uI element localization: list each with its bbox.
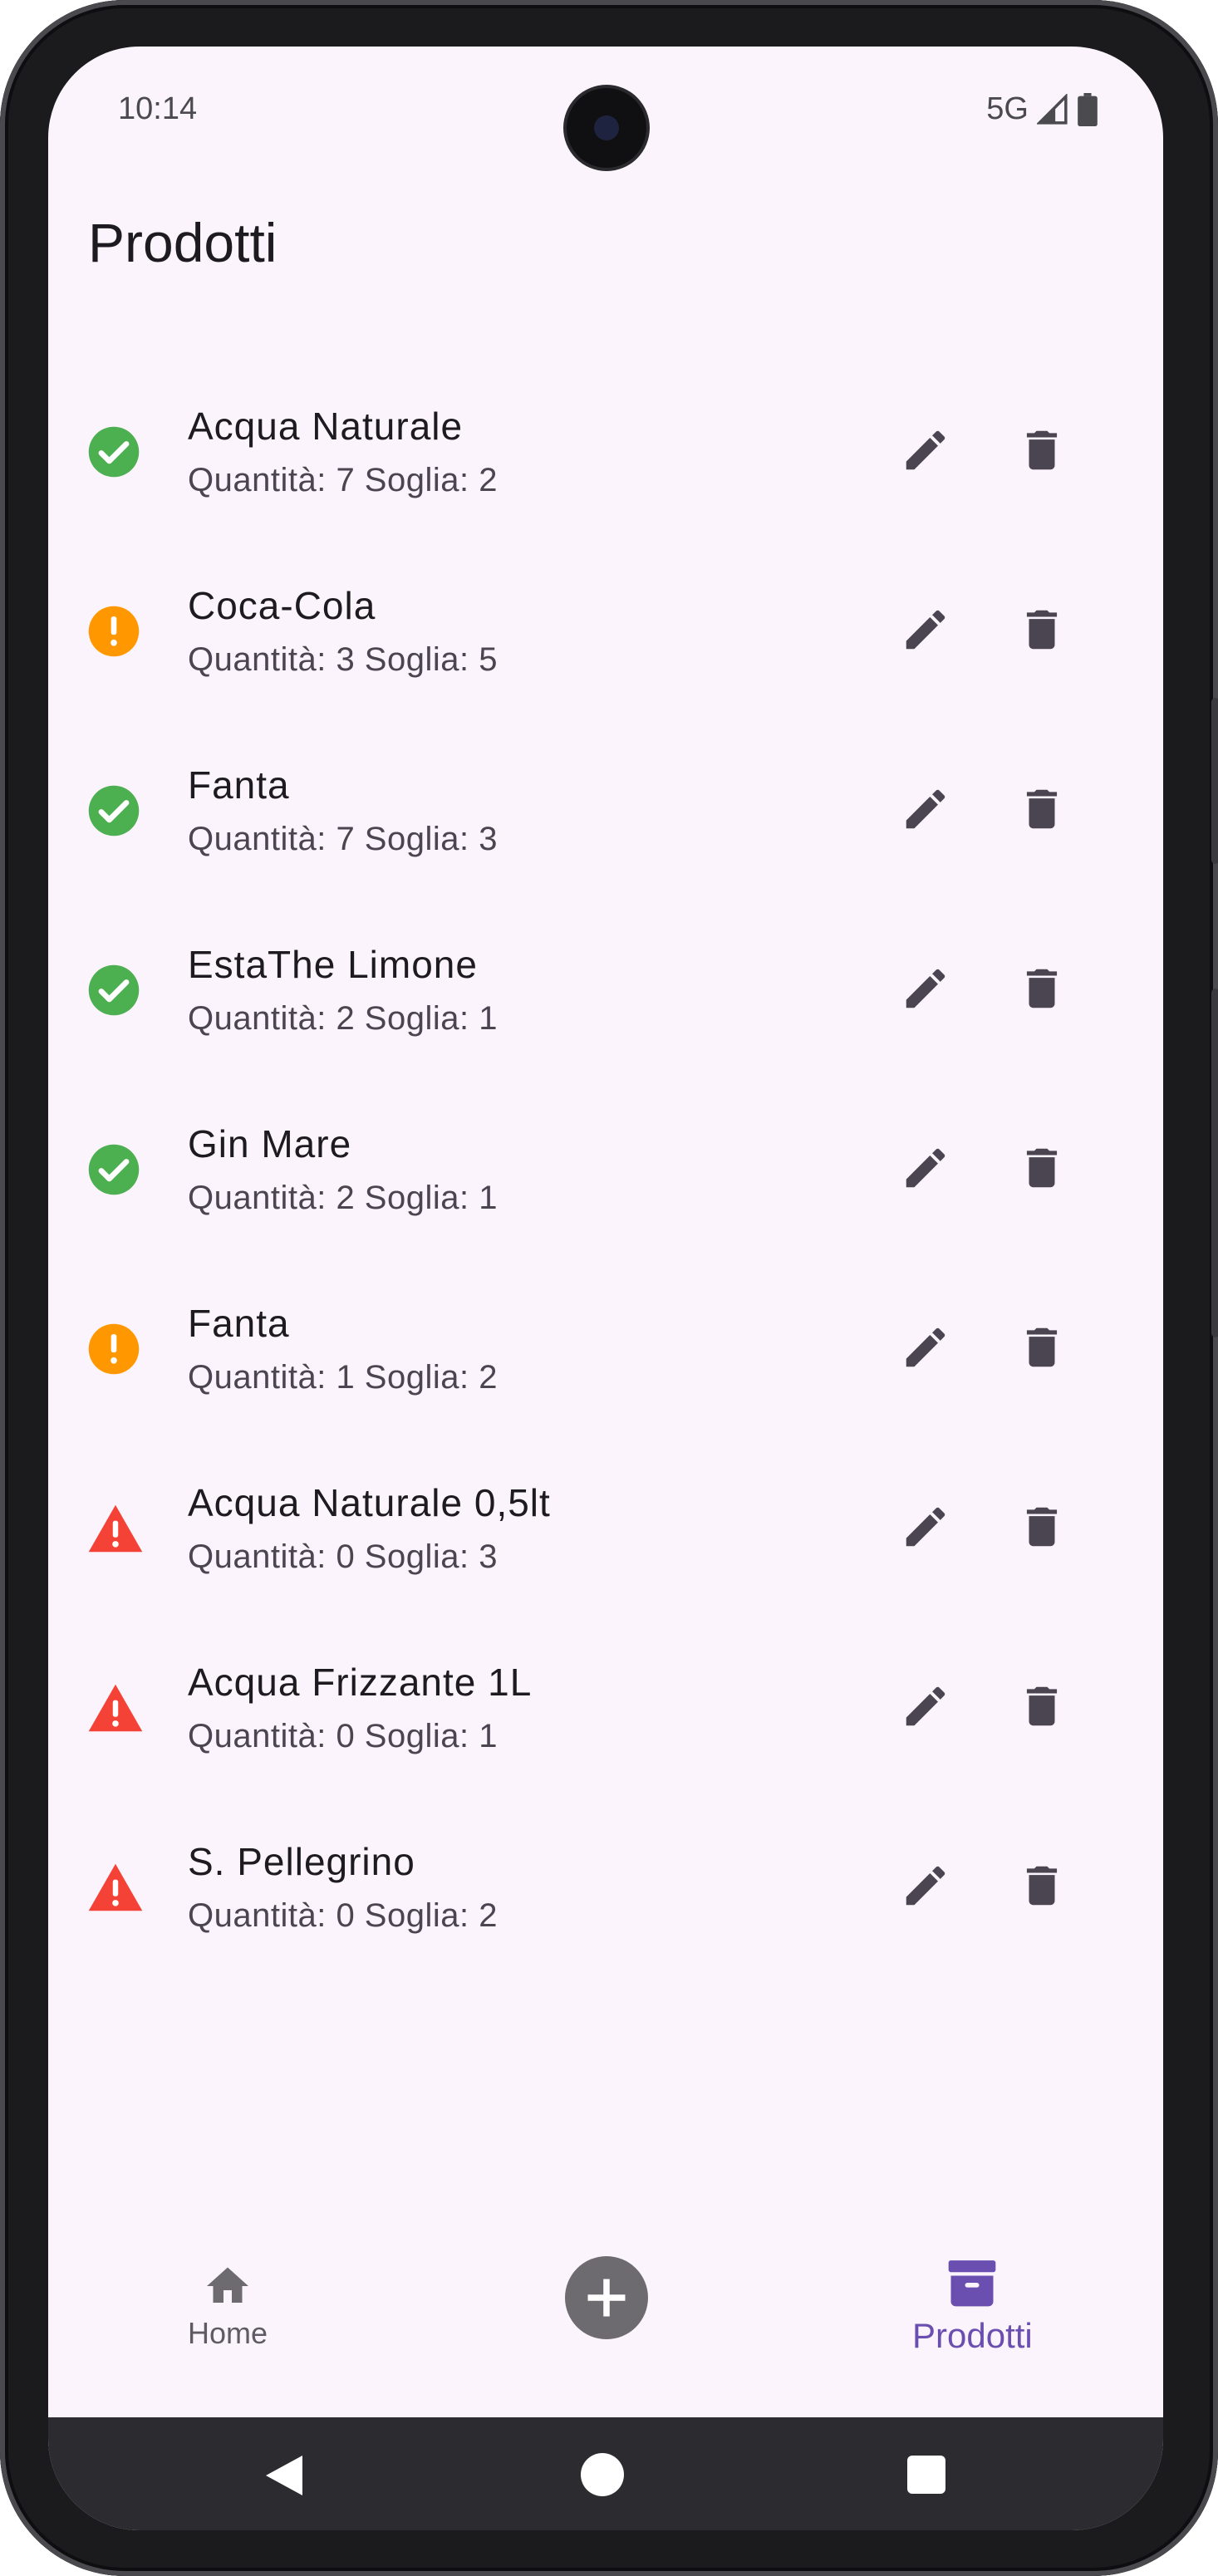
product-row[interactable]: Coca-Cola Quantità: 3 Soglia: 5 [48,542,1163,721]
trash-icon [1016,1142,1068,1198]
product-details: Quantità: 1 Soglia: 2 [188,1359,498,1396]
trash-icon [1016,604,1068,660]
product-row[interactable]: Fanta Quantità: 1 Soglia: 2 [48,1259,1163,1439]
phone-frame: 10:14 5G Prodotti Acqua Naturale Quantit… [0,0,1218,2576]
plus-icon [587,2279,626,2317]
pencil-icon [900,783,951,839]
trash-icon [1016,424,1068,480]
nav-products[interactable]: Prodotti [912,2255,1033,2356]
pencil-icon [900,604,951,660]
recents-square-icon[interactable] [907,2456,945,2494]
product-details: Quantità: 0 Soglia: 2 [188,1897,498,1934]
status-time: 10:14 [118,91,198,126]
product-name: Acqua Frizzante 1L [188,1661,533,1704]
delete-button[interactable] [1012,1319,1072,1379]
product-row[interactable]: EstaThe Limone Quantità: 2 Soglia: 1 [48,900,1163,1080]
check-circle-icon [86,1142,141,1197]
delete-button[interactable] [1012,1857,1072,1917]
delete-button[interactable] [1012,422,1072,482]
product-details: Quantità: 0 Soglia: 1 [188,1718,498,1754]
pencil-icon [900,1681,951,1736]
trash-icon [1016,783,1068,839]
edit-button[interactable] [896,1319,955,1379]
edit-button[interactable] [896,1678,955,1738]
pencil-icon [900,1322,951,1377]
product-details: Quantità: 3 Soglia: 5 [188,641,498,678]
warning-triangle-icon [86,1681,143,1735]
trash-icon [1016,963,1068,1018]
warning-triangle-icon [86,1501,143,1556]
product-details: Quantità: 0 Soglia: 3 [188,1538,498,1575]
system-navigation-bar [48,2417,1163,2530]
product-row[interactable]: Acqua Frizzante 1L Quantità: 0 Soglia: 1 [48,1618,1163,1798]
exclamation-circle-icon [86,1322,141,1376]
delete-button[interactable] [1012,781,1072,841]
home-icon [207,2267,249,2303]
warning-triangle-icon [86,1860,143,1915]
status-indicators: 5G [986,91,1098,127]
check-circle-icon [86,783,141,838]
signal-icon [1037,93,1068,125]
trash-icon [1016,1322,1068,1377]
product-details: Quantità: 2 Soglia: 1 [188,1000,498,1037]
product-name: Fanta [188,763,290,807]
product-row[interactable]: Gin Mare Quantità: 2 Soglia: 1 [48,1080,1163,1259]
check-circle-icon [86,963,141,1018]
pencil-icon [900,1501,951,1557]
screen: 10:14 5G Prodotti Acqua Naturale Quantit… [48,47,1163,2530]
product-name: Fanta [188,1302,290,1345]
exclamation-circle-icon [86,604,141,659]
archive-box-icon [949,2260,996,2307]
edit-button[interactable] [896,1857,955,1917]
product-name: Acqua Naturale [188,405,464,448]
status-bar: 10:14 5G [48,47,1163,171]
pencil-icon [900,1142,951,1198]
nav-products-label: Prodotti [912,2316,1033,2355]
delete-button[interactable] [1012,1678,1072,1738]
home-circle-icon[interactable] [580,2452,625,2497]
network-type: 5G [986,91,1029,126]
edit-button[interactable] [896,601,955,661]
pencil-icon [900,963,951,1018]
side-button [1211,698,1218,864]
delete-button[interactable] [1012,960,1072,1020]
product-details: Quantità: 7 Soglia: 2 [188,462,498,498]
pencil-icon [900,1860,951,1916]
product-name: Gin Mare [188,1122,352,1165]
edit-button[interactable] [896,1499,955,1558]
delete-button[interactable] [1012,1140,1072,1200]
check-circle-icon [86,424,141,479]
battery-icon [1078,92,1098,126]
delete-button[interactable] [1012,601,1072,661]
product-row[interactable]: Fanta Quantità: 7 Soglia: 3 [48,721,1163,900]
product-name: Coca-Cola [188,584,376,627]
nav-home-label: Home [188,2316,268,2350]
delete-button[interactable] [1012,1499,1072,1558]
front-camera [567,88,646,168]
edit-button[interactable] [896,781,955,841]
product-details: Quantità: 7 Soglia: 3 [188,821,498,857]
edit-button[interactable] [896,422,955,482]
edit-button[interactable] [896,1140,955,1200]
product-name: Acqua Naturale 0,5lt [188,1481,551,1524]
trash-icon [1016,1681,1068,1736]
product-name: S. Pellegrino [188,1840,415,1883]
back-icon[interactable] [263,2452,306,2499]
product-name: EstaThe Limone [188,943,478,986]
nav-home[interactable]: Home [188,2261,268,2351]
bottom-navigation: Home Prodotti [48,2215,1163,2417]
pencil-icon [900,424,951,480]
add-product-button[interactable] [565,2256,648,2339]
side-button [1211,989,1218,1337]
edit-button[interactable] [896,960,955,1020]
trash-icon [1016,1501,1068,1557]
product-row[interactable]: Acqua Naturale Quantità: 7 Soglia: 2 [48,362,1163,542]
product-details: Quantità: 2 Soglia: 1 [188,1180,498,1216]
product-row[interactable]: S. Pellegrino Quantità: 0 Soglia: 2 [48,1798,1163,1977]
trash-icon [1016,1860,1068,1916]
product-row[interactable]: Acqua Naturale 0,5lt Quantità: 0 Soglia:… [48,1439,1163,1618]
page-title: Prodotti [88,212,277,273]
